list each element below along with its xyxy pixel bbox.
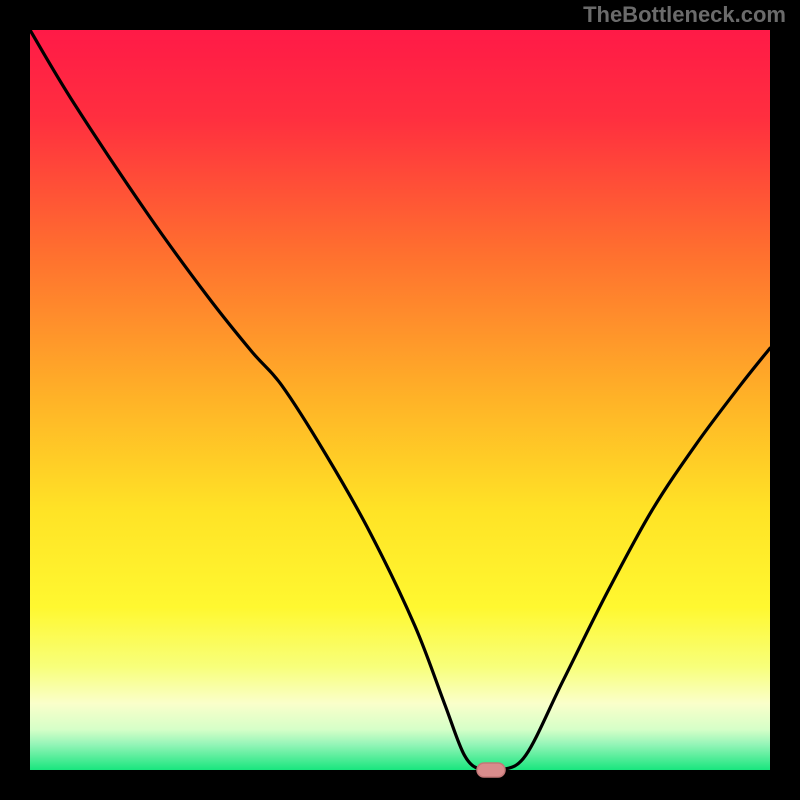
bottleneck-chart (0, 0, 800, 800)
optimal-point (477, 763, 505, 777)
watermark-text: TheBottleneck.com (583, 2, 786, 28)
chart-frame: TheBottleneck.com (0, 0, 800, 800)
